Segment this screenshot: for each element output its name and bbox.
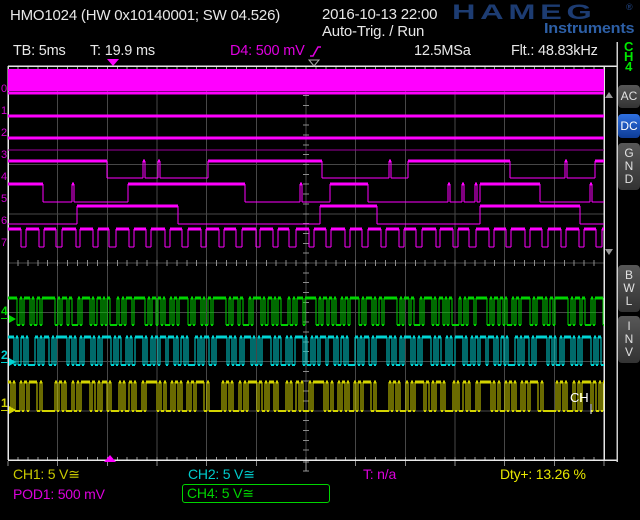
registered-mark: ® <box>626 2 632 12</box>
bandwidth-limit-button[interactable]: B W L <box>618 265 640 312</box>
scope-display <box>0 0 640 520</box>
filter-readout: Flt.: 48.83kHz <box>511 43 598 59</box>
invert-button[interactable]: I N V <box>618 316 640 363</box>
logo-subtitle: Instruments <box>544 20 634 37</box>
ch2-scale-readout: CH2: 5 V≅ <box>188 466 255 483</box>
digital-channel-label-d6[interactable]: 6 <box>1 216 7 227</box>
trigger-time-readout: T: 19.9 ms <box>90 43 155 59</box>
channel-position-arrow-icon[interactable] <box>9 358 16 366</box>
digital-channel-label-d0[interactable]: 0 <box>1 84 7 95</box>
trigger-source-label: D4: 500 mV <box>230 43 305 59</box>
coupling-ac-button[interactable]: AC <box>618 85 640 108</box>
analog-channel-label-ch4[interactable]: 4 <box>1 306 8 319</box>
coupling-gnd-button[interactable]: G N D <box>618 143 640 190</box>
channel-overlay-label: CH <box>570 390 588 405</box>
timebase-readout: TB: 5ms <box>13 43 66 59</box>
digital-channel-label-d2[interactable]: 2 <box>1 128 7 139</box>
digital-channel-label-d7[interactable]: 7 <box>1 238 7 249</box>
digital-channel-label-d4[interactable]: 4 <box>1 172 7 183</box>
trigger-level-readout: T: n/a <box>363 466 396 482</box>
datetime-display: 2016-10-13 22:00 <box>322 6 437 23</box>
ch4-active-channel-box[interactable]: CH4: 5 V≅ <box>182 484 330 503</box>
channel-position-arrow-icon[interactable] <box>9 315 16 323</box>
analog-channel-label-ch1[interactable]: 1 <box>1 398 8 411</box>
device-title: HMO1024 (HW 0x10140001; SW 04.526) <box>10 7 280 24</box>
trigger-source-readout: D4: 500 mV <box>230 43 322 59</box>
channel-position-arrow-icon[interactable] <box>9 406 16 414</box>
oscilloscope-screen: HMO1024 (HW 0x10140001; SW 04.526) 2016-… <box>0 0 640 520</box>
pod1-scale-readout: POD1: 500 mV <box>13 486 105 502</box>
rising-edge-icon <box>309 45 322 58</box>
analog-channel-label-ch2[interactable]: 2 <box>1 350 8 363</box>
ch1-scale-readout: CH1: 5 V≅ <box>13 466 80 483</box>
duty-cycle-readout: Dty+: 13.26 % <box>500 466 586 482</box>
sidebar-channel-title: C H 4 <box>624 42 633 72</box>
digital-channel-label-d1[interactable]: 1 <box>1 106 7 117</box>
digital-channel-label-d5[interactable]: 5 <box>1 194 7 205</box>
sample-rate-readout: 12.5MSa <box>414 43 471 59</box>
coupling-dc-button[interactable]: DC <box>618 114 640 138</box>
digital-channel-label-d3[interactable]: 3 <box>1 150 7 161</box>
trigger-status: Auto-Trig. / Run <box>322 23 424 40</box>
